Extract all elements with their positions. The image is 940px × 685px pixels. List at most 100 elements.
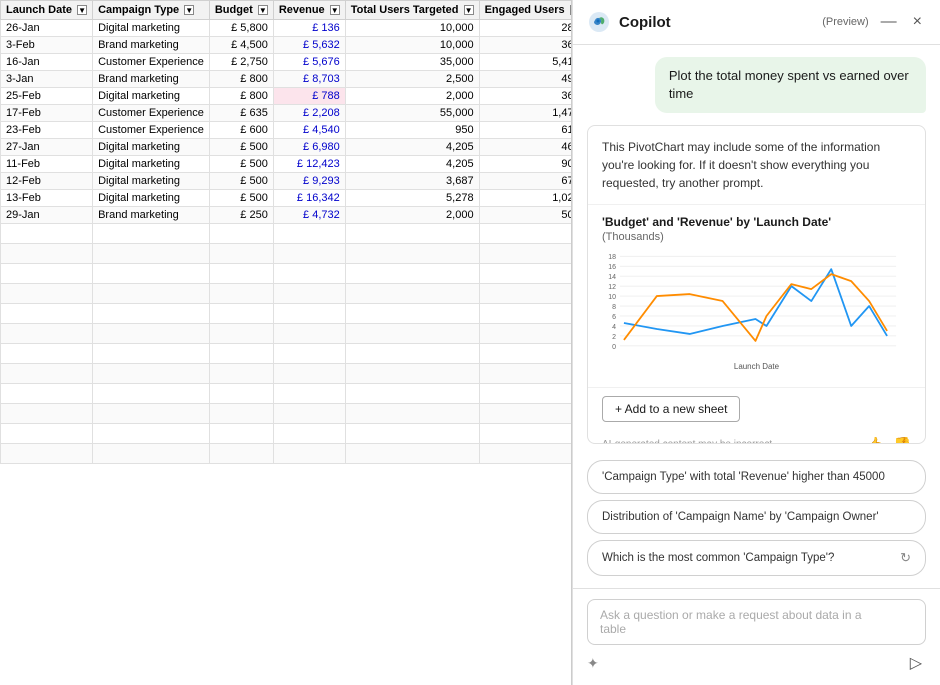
- x-axis-label: Launch Date: [734, 362, 780, 371]
- svg-text:18: 18: [608, 255, 616, 262]
- table-row[interactable]: 11-Feb Digital marketing £ 500 £ 12,423 …: [1, 156, 572, 173]
- cell-date: 16-Jan: [1, 54, 93, 71]
- empty-row: [1, 404, 572, 424]
- svg-text:4: 4: [612, 324, 616, 331]
- empty-row: [1, 324, 572, 344]
- cell-budget: £ 500: [209, 156, 273, 173]
- col-header-total-users[interactable]: Total Users Targeted ▼: [345, 1, 479, 20]
- table-row[interactable]: 17-Feb Customer Experience £ 635 £ 2,208…: [1, 105, 572, 122]
- send-button[interactable]: ▷: [906, 651, 926, 675]
- table-row[interactable]: 27-Jan Digital marketing £ 500 £ 6,980 4…: [1, 139, 572, 156]
- cell-budget: £ 500: [209, 173, 273, 190]
- cell-budget: £ 800: [209, 71, 273, 88]
- svg-text:10: 10: [608, 294, 616, 301]
- cell-date: 12-Feb: [1, 173, 93, 190]
- cell-campaign-type: Customer Experience: [93, 54, 210, 71]
- svg-text:12: 12: [608, 284, 616, 291]
- ai-response-text: This PivotChart may include some of the …: [588, 126, 925, 205]
- cell-total-users: 950: [345, 122, 479, 139]
- col-header-campaign-type[interactable]: Campaign Type ▼: [93, 1, 210, 20]
- cell-revenue: £ 788: [273, 88, 345, 105]
- ai-disclaimer: AI-generated content may be incorrect: [602, 439, 772, 443]
- close-button[interactable]: ×: [909, 11, 926, 33]
- thumbs-up-button[interactable]: 👍: [866, 436, 883, 443]
- cell-total-users: 2,000: [345, 88, 479, 105]
- cell-revenue: £ 2,208: [273, 105, 345, 122]
- cell-budget: £ 500: [209, 139, 273, 156]
- cell-date: 23-Feb: [1, 122, 93, 139]
- cell-budget: £ 4,500: [209, 37, 273, 54]
- cell-campaign-type: Brand marketing: [93, 71, 210, 88]
- suggestion-item-1[interactable]: Distribution of 'Campaign Name' by 'Camp…: [587, 500, 926, 534]
- col-header-revenue[interactable]: Revenue ▼: [273, 1, 345, 20]
- copilot-panel: Copilot (Preview) — × Plot the total mon…: [572, 0, 940, 685]
- cell-campaign-type: Digital marketing: [93, 20, 210, 37]
- cell-total-users: 55,000: [345, 105, 479, 122]
- filter-campaign-type[interactable]: ▼: [184, 5, 194, 15]
- cell-total-users: 2,500: [345, 71, 479, 88]
- thumbs-down-button[interactable]: 👎: [894, 436, 911, 443]
- add-to-sheet-button[interactable]: + Add to a new sheet: [602, 396, 740, 422]
- cell-budget: £ 5,800: [209, 20, 273, 37]
- table-row[interactable]: 12-Feb Digital marketing £ 500 £ 9,293 3…: [1, 173, 572, 190]
- cell-date: 27-Jan: [1, 139, 93, 156]
- empty-row: [1, 344, 572, 364]
- cell-date: 29-Jan: [1, 207, 93, 224]
- filter-engaged-users[interactable]: ▼: [570, 5, 571, 15]
- spreadsheet-panel: Launch Date ▼ Campaign Type ▼ Budget ▼ R…: [0, 0, 572, 685]
- cell-revenue: £ 136: [273, 20, 345, 37]
- col-header-engaged-users[interactable]: Engaged Users ▼: [479, 1, 571, 20]
- cell-engaged-users: 465: [479, 139, 571, 156]
- revenue-line: [624, 275, 887, 342]
- suggestion-item-2[interactable]: Which is the most common 'Campaign Type'…: [587, 540, 926, 576]
- table-row[interactable]: 25-Feb Digital marketing £ 800 £ 788 2,0…: [1, 88, 572, 105]
- ai-footer: AI-generated content may be incorrect 👍 …: [588, 432, 925, 443]
- copilot-body[interactable]: Plot the total money spent vs earned ove…: [573, 45, 940, 588]
- cell-campaign-type: Digital marketing: [93, 173, 210, 190]
- cell-engaged-users: 496: [479, 71, 571, 88]
- table-scroll-area[interactable]: Launch Date ▼ Campaign Type ▼ Budget ▼ R…: [0, 0, 571, 685]
- suggestion-item-0[interactable]: 'Campaign Type' with total 'Revenue' hig…: [587, 460, 926, 494]
- feedback-buttons: 👍 👎: [866, 436, 911, 443]
- cell-engaged-users: 362: [479, 37, 571, 54]
- table-row[interactable]: 29-Jan Brand marketing £ 250 £ 4,732 2,0…: [1, 207, 572, 224]
- minimize-button[interactable]: —: [877, 11, 901, 33]
- cell-revenue: £ 9,293: [273, 173, 345, 190]
- cell-date: 3-Feb: [1, 37, 93, 54]
- cell-campaign-type: Customer Experience: [93, 122, 210, 139]
- input-box: Ask a question or make a request about d…: [587, 599, 926, 645]
- cell-total-users: 4,205: [345, 156, 479, 173]
- table-row[interactable]: 26-Jan Digital marketing £ 5,800 £ 136 1…: [1, 20, 572, 37]
- col-header-launch-date[interactable]: Launch Date ▼: [1, 1, 93, 20]
- cell-budget: £ 500: [209, 190, 273, 207]
- ai-response-card: This PivotChart may include some of the …: [587, 125, 926, 443]
- table-row[interactable]: 3-Feb Brand marketing £ 4,500 £ 5,632 10…: [1, 37, 572, 54]
- filter-launch-date[interactable]: ▼: [77, 5, 87, 15]
- copilot-input-area: Ask a question or make a request about d…: [573, 588, 940, 685]
- empty-row: [1, 444, 572, 464]
- cell-revenue: £ 16,342: [273, 190, 345, 207]
- table-row[interactable]: 3-Jan Brand marketing £ 800 £ 8,703 2,50…: [1, 71, 572, 88]
- cell-campaign-type: Brand marketing: [93, 207, 210, 224]
- col-header-budget[interactable]: Budget ▼: [209, 1, 273, 20]
- empty-row: [1, 364, 572, 384]
- cell-total-users: 10,000: [345, 37, 479, 54]
- cell-revenue: £ 4,540: [273, 122, 345, 139]
- filter-total-users[interactable]: ▼: [464, 5, 474, 15]
- cell-total-users: 35,000: [345, 54, 479, 71]
- cell-campaign-type: Brand marketing: [93, 37, 210, 54]
- filter-revenue[interactable]: ▼: [330, 5, 340, 15]
- table-row[interactable]: 13-Feb Digital marketing £ 500 £ 16,342 …: [1, 190, 572, 207]
- table-row[interactable]: 23-Feb Customer Experience £ 600 £ 4,540…: [1, 122, 572, 139]
- cell-date: 17-Feb: [1, 105, 93, 122]
- cell-revenue: £ 12,423: [273, 156, 345, 173]
- cell-engaged-users: 367: [479, 88, 571, 105]
- cell-budget: £ 2,750: [209, 54, 273, 71]
- cell-campaign-type: Digital marketing: [93, 139, 210, 156]
- empty-row: [1, 264, 572, 284]
- table-row[interactable]: 16-Jan Customer Experience £ 2,750 £ 5,6…: [1, 54, 572, 71]
- filter-budget[interactable]: ▼: [258, 5, 268, 15]
- cell-campaign-type: Digital marketing: [93, 156, 210, 173]
- data-table: Launch Date ▼ Campaign Type ▼ Budget ▼ R…: [0, 0, 571, 464]
- cell-engaged-users: 618: [479, 122, 571, 139]
